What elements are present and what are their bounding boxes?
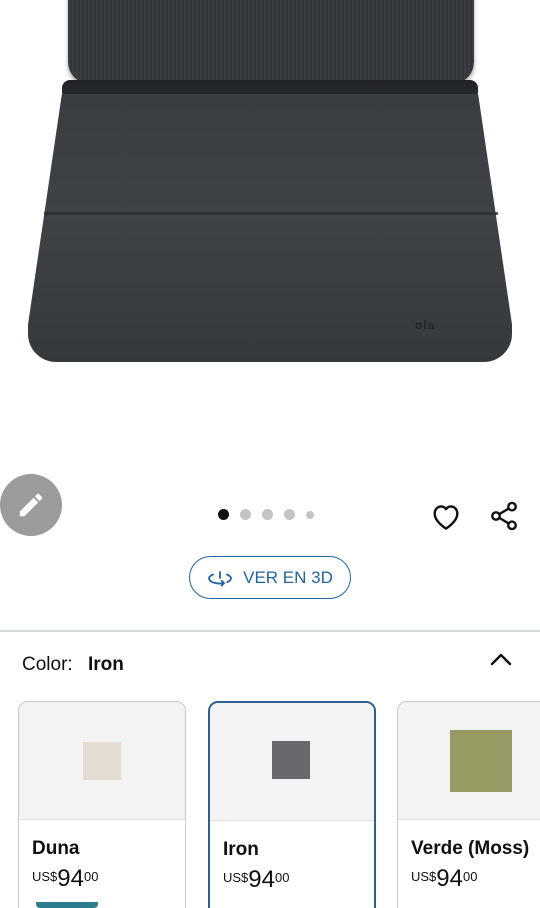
price-whole: 94	[57, 865, 84, 892]
chevron-up-icon	[490, 653, 512, 666]
product-image[interactable]: alo	[0, 0, 540, 460]
mat-top-panel	[68, 0, 474, 84]
color-option-duna[interactable]: Duna US$ 94 00	[18, 701, 186, 908]
brand-mark: alo	[414, 318, 435, 332]
price-currency: US$	[411, 869, 437, 884]
carousel-dot-4[interactable]	[284, 509, 295, 520]
carousel-dot-1[interactable]	[218, 509, 229, 520]
section-divider	[0, 630, 540, 632]
swatch-area	[398, 702, 540, 820]
share-icon	[491, 501, 517, 531]
mat-crease	[44, 212, 498, 215]
price-currency: US$	[32, 869, 58, 884]
color-selector-header: Color: Iron	[22, 654, 124, 676]
color-swatch	[272, 741, 310, 779]
view-3d-button[interactable]: VER EN 3D	[189, 556, 351, 599]
share-button[interactable]	[486, 498, 522, 534]
selected-color-value: Iron	[87, 654, 124, 675]
price-fraction: 00	[463, 869, 478, 884]
price-fraction: 00	[275, 870, 290, 885]
pencil-icon	[19, 493, 43, 517]
carousel-dot-3[interactable]	[262, 509, 273, 520]
color-swatch	[83, 742, 121, 780]
color-option-name: Duna	[32, 838, 80, 859]
price-fraction: 00	[84, 869, 99, 884]
edit-button[interactable]	[0, 474, 62, 536]
color-option-name: Verde (Moss)	[411, 838, 530, 859]
bottom-indicator	[36, 902, 98, 908]
price: US$ 94 00	[223, 867, 289, 893]
color-option-iron[interactable]: Iron US$ 94 00	[208, 701, 376, 908]
color-option-name: Iron	[223, 839, 259, 860]
rotate-3d-icon	[208, 570, 233, 586]
view-3d-label: VER EN 3D	[243, 567, 333, 587]
price: US$ 94 00	[32, 866, 98, 892]
color-option-verde-moss[interactable]: Verde (Moss) US$ 94 00	[397, 701, 540, 908]
swatch-area	[19, 702, 185, 820]
color-label: Color:	[22, 654, 73, 675]
price-whole: 94	[436, 865, 463, 892]
price-whole: 94	[248, 866, 275, 893]
swatch-area	[210, 703, 374, 821]
carousel-dot-2[interactable]	[240, 509, 251, 520]
carousel-indicator	[218, 509, 314, 520]
carousel-dot-5[interactable]	[306, 510, 314, 519]
mat-bottom-panel	[28, 94, 512, 362]
color-swatch	[450, 730, 512, 792]
price: US$ 94 00	[411, 866, 477, 892]
wishlist-button[interactable]	[428, 498, 464, 534]
collapse-button[interactable]	[484, 644, 518, 674]
heart-icon	[433, 505, 459, 530]
price-currency: US$	[223, 870, 249, 885]
